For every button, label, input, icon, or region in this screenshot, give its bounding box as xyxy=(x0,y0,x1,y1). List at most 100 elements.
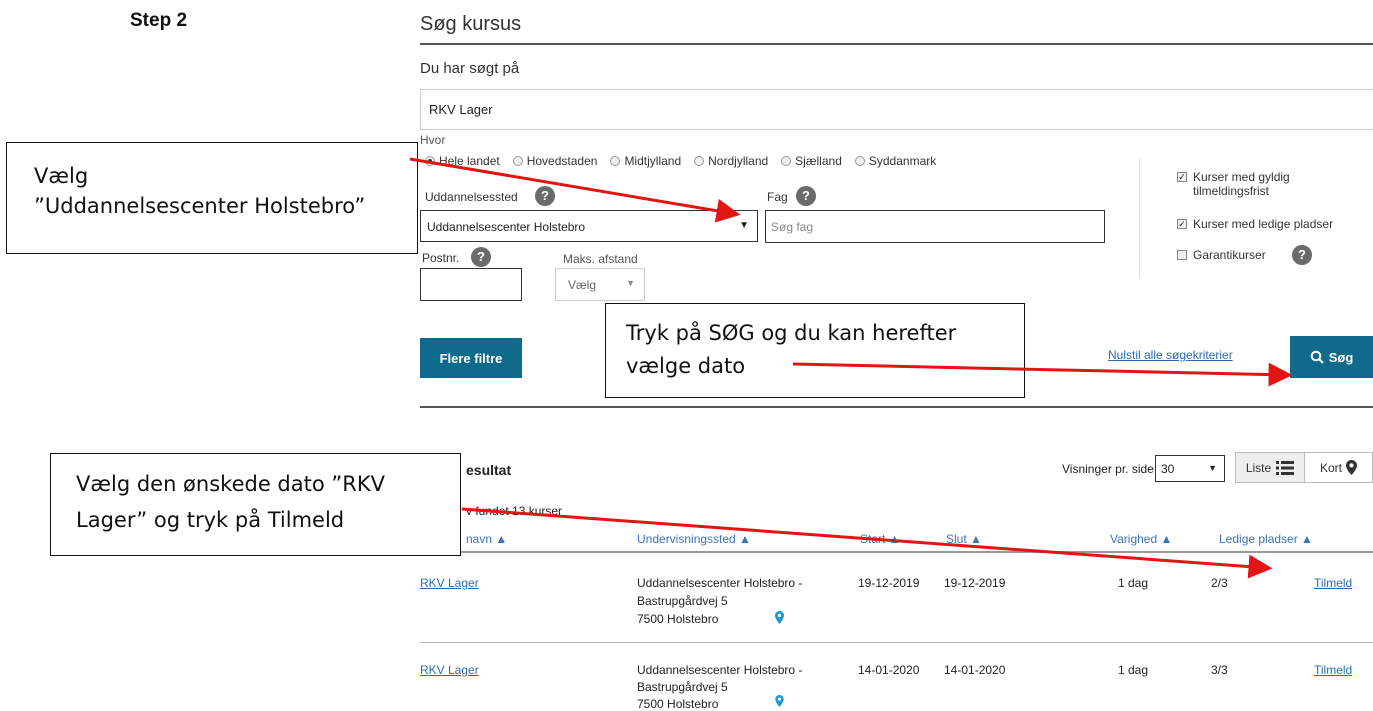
seats: 2/3 xyxy=(1211,576,1228,590)
callout-press-search: Tryk på SØG og du kan herefter vælge dat… xyxy=(605,303,1025,398)
radio-label: Sjælland xyxy=(795,154,842,168)
tilmeld-link[interactable]: Tilmeld xyxy=(1314,576,1352,590)
col-header-duration[interactable]: Varighed ▲ xyxy=(1110,532,1172,546)
radio-label: Hovedstaden xyxy=(526,154,598,168)
callout-text: Vælg xyxy=(34,164,89,188)
col-header-name[interactable]: navn ▲ xyxy=(466,532,507,546)
uddannelsessted-label: Uddannelsessted xyxy=(425,190,518,204)
view-list-button[interactable]: Liste xyxy=(1235,452,1305,483)
callout-select-location: Vælg ”Uddannelsescenter Holstebro” xyxy=(6,142,418,254)
form-bottom-divider xyxy=(420,406,1373,408)
callout-text: Lager” og tryk på Tilmeld xyxy=(76,508,345,532)
per-page-label: Visninger pr. side xyxy=(1062,462,1154,476)
help-icon[interactable]: ? xyxy=(1292,245,1312,265)
radio-dot xyxy=(781,156,792,166)
col-header-start[interactable]: Start ▲ xyxy=(860,532,901,546)
per-page-select[interactable]: 30 ▼ xyxy=(1155,455,1225,482)
radio-label: Syddanmark xyxy=(868,154,937,168)
fag-label: Fag xyxy=(767,190,788,204)
more-filters-button[interactable]: Flere filtre xyxy=(420,338,522,378)
course-link[interactable]: RKV Lager xyxy=(420,576,479,590)
maks-afstand-value: Vælg xyxy=(568,278,597,292)
title-divider xyxy=(420,43,1373,45)
checkbox-garantikurser[interactable]: Garantikurser xyxy=(1177,248,1266,262)
checkbox-ledige-pladser[interactable]: ✓ Kurser med ledige pladser xyxy=(1177,217,1333,231)
callout-text: vælge dato xyxy=(626,354,746,378)
maks-afstand-label: Maks. afstand xyxy=(563,252,638,266)
tilmeld-link[interactable]: Tilmeld xyxy=(1314,663,1352,677)
checkbox-icon xyxy=(1177,250,1187,260)
chevron-down-icon: ▼ xyxy=(739,220,749,231)
list-icon xyxy=(1276,460,1295,475)
chevron-down-icon: ▼ xyxy=(626,278,635,288)
fag-input[interactable]: Søg fag xyxy=(765,210,1105,243)
location-line: Uddannelsescenter Holstebro - xyxy=(637,576,803,590)
fag-placeholder: Søg fag xyxy=(771,220,814,234)
callout-text: ”Uddannelsescenter Holstebro” xyxy=(34,194,366,218)
duration: 1 dag xyxy=(1118,576,1149,590)
row-divider xyxy=(420,642,1373,643)
chevron-down-icon: ▼ xyxy=(1208,463,1217,473)
help-icon[interactable]: ? xyxy=(471,247,491,267)
page-title: Søg kursus xyxy=(420,13,522,35)
location-line: Uddannelsescenter Holstebro - xyxy=(637,663,803,677)
search-button-label: Søg xyxy=(1328,349,1354,365)
radio-label: Hele landet xyxy=(439,154,500,168)
end-date: 19-12-2019 xyxy=(944,576,1006,590)
col-header-seats[interactable]: Ledige pladser ▲ xyxy=(1219,532,1313,546)
search-button[interactable]: Søg xyxy=(1290,336,1373,378)
checkbox-gyldig-tilmeldingsfrist[interactable]: ✓ Kurser med gyldig tilmeldingsfrist xyxy=(1177,170,1347,198)
location-line: Bastrupgårdvej 5 xyxy=(637,680,728,694)
radio-dot xyxy=(694,156,705,166)
col-header-end[interactable]: Slut ▲ xyxy=(946,532,982,546)
view-map-label: Kort xyxy=(1319,460,1342,475)
location-pin-icon[interactable] xyxy=(775,695,784,707)
radio-dot xyxy=(512,156,523,166)
checkbox-label: Kurser med ledige pladser xyxy=(1193,217,1334,231)
maks-afstand-select[interactable]: Vælg ▼ xyxy=(555,268,645,301)
map-pin-icon xyxy=(1346,460,1357,475)
callout-select-date: Vælg den ønskede dato ”RKV Lager” og try… xyxy=(50,453,461,556)
radio-nordjylland[interactable]: Nordjylland xyxy=(694,154,768,168)
checkbox-icon: ✓ xyxy=(1177,219,1187,229)
radio-hele-landet[interactable]: Hele landet xyxy=(425,154,500,168)
filter-divider xyxy=(1139,158,1140,278)
uddannelsessted-select[interactable]: Uddannelsescenter Holstebro ▼ xyxy=(420,210,758,242)
start-date: 14-01-2020 xyxy=(858,663,920,677)
course-link[interactable]: RKV Lager xyxy=(420,663,479,677)
postnr-input[interactable] xyxy=(420,268,522,301)
view-map-button[interactable]: Kort xyxy=(1305,452,1373,483)
radio-hovedstaden[interactable]: Hovedstaden xyxy=(512,154,598,168)
callout-text: Vælg den ønskede dato ”RKV xyxy=(76,472,385,496)
help-icon[interactable]: ? xyxy=(535,186,555,206)
hvor-label: Hvor xyxy=(420,133,446,147)
radio-sjaelland[interactable]: Sjælland xyxy=(781,154,842,168)
duration: 1 dag xyxy=(1118,663,1149,677)
radio-dot xyxy=(425,156,435,166)
radio-midtjylland[interactable]: Midtjylland xyxy=(610,154,681,168)
query-box[interactable]: RKV Lager xyxy=(420,89,1373,130)
uddannelsessted-value: Uddannelsescenter Holstebro xyxy=(427,220,586,234)
radio-dot xyxy=(854,156,865,166)
per-page-value: 30 xyxy=(1161,462,1175,476)
radio-syddanmark[interactable]: Syddanmark xyxy=(854,154,937,168)
checkbox-label: Garantikurser xyxy=(1193,248,1266,262)
checkbox-icon: ✓ xyxy=(1177,172,1187,182)
location-pin-icon[interactable] xyxy=(775,611,784,624)
header-divider xyxy=(420,551,1373,553)
reset-link[interactable]: Nulstil alle søgekriterier xyxy=(1108,348,1233,362)
end-date: 14-01-2020 xyxy=(944,663,1006,677)
search-icon xyxy=(1310,350,1324,364)
results-title: esultat xyxy=(466,462,512,478)
col-header-location[interactable]: Undervisningssted ▲ xyxy=(637,532,751,546)
postnr-label: Postnr. xyxy=(422,251,460,265)
location-line: Bastrupgårdvej 5 xyxy=(637,594,728,608)
searched-label: Du har søgt på xyxy=(420,60,520,77)
region-radio-group: Hele landet Hovedstaden Midtjylland Nord… xyxy=(425,154,936,168)
callout-text: Tryk på SØG og du kan herefter xyxy=(626,321,957,345)
radio-label: Nordjylland xyxy=(708,154,769,168)
radio-dot xyxy=(610,156,621,166)
help-icon[interactable]: ? xyxy=(796,186,816,206)
checkbox-label: Kurser med gyldig tilmeldingsfrist xyxy=(1193,170,1290,198)
radio-label: Midtjylland xyxy=(624,154,682,168)
